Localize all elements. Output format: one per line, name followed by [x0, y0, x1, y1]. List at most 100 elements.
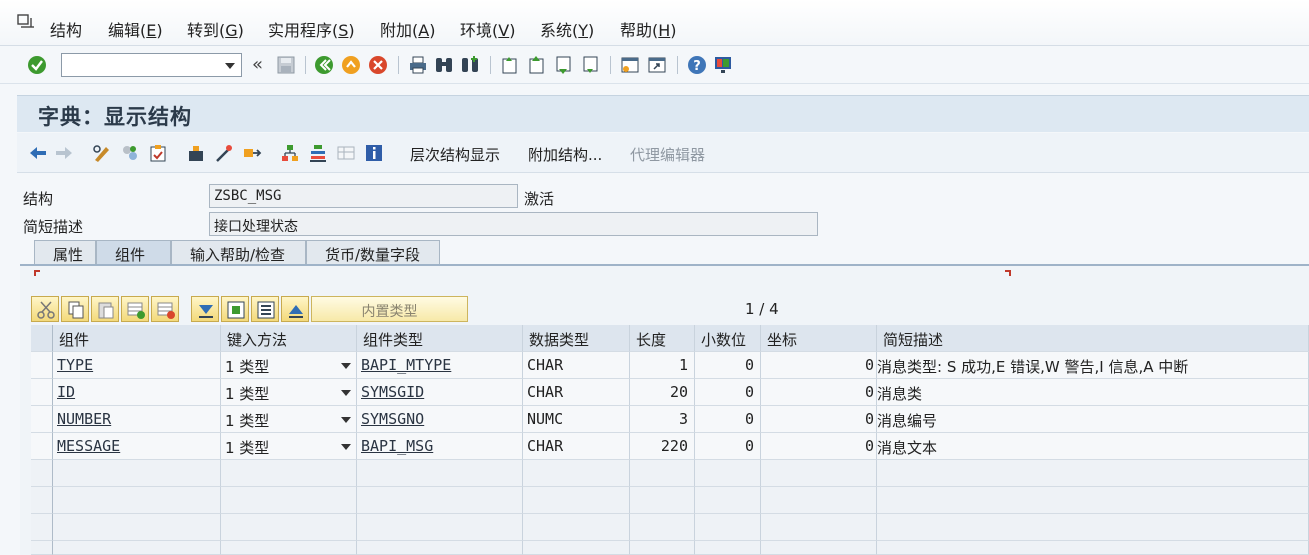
empty-cell[interactable]	[221, 514, 357, 541]
system-menu-icon[interactable]	[17, 14, 35, 30]
row-selector[interactable]	[31, 514, 53, 541]
chevron-down-icon[interactable]	[341, 363, 351, 369]
menu-structure[interactable]: 结构	[50, 17, 82, 41]
tab-currency-quantity-fields[interactable]: 货币/数量字段	[306, 240, 440, 264]
table-row[interactable]: MESSAGE 1 类型 BAPI_MSG CHAR 220 0 0 消息文本	[31, 433, 1309, 460]
method-dropdown[interactable]: 1 类型	[221, 406, 357, 433]
table-row[interactable]: ID 1 类型 SYMSGID CHAR 20 0 0 消息类	[31, 379, 1309, 406]
method-dropdown[interactable]: 1 类型	[221, 352, 357, 379]
select-block-button[interactable]	[221, 296, 249, 322]
empty-cell[interactable]	[357, 514, 523, 541]
empty-cell[interactable]	[221, 487, 357, 514]
back-icon[interactable]	[314, 55, 334, 75]
cancel-icon[interactable]	[368, 55, 388, 75]
proxy-editor-button[interactable]: 代理编辑器	[630, 144, 705, 165]
column-header-data-type[interactable]: 数据类型	[523, 325, 630, 352]
method-dropdown[interactable]: 1 类型	[221, 433, 357, 460]
empty-cell[interactable]	[761, 541, 877, 555]
collapse-chevron-icon[interactable]: «	[252, 54, 263, 75]
empty-cell[interactable]	[695, 460, 761, 487]
component-type-cell[interactable]: BAPI_MSG	[357, 433, 523, 460]
menu-environment[interactable]: 环境(V)	[460, 17, 515, 41]
empty-cell[interactable]	[357, 487, 523, 514]
help-icon[interactable]: ?	[687, 55, 707, 75]
empty-cell[interactable]	[523, 514, 630, 541]
tab-components[interactable]: 组件	[96, 240, 171, 264]
empty-cell[interactable]	[695, 487, 761, 514]
empty-cell[interactable]	[523, 541, 630, 555]
chevron-down-icon[interactable]	[341, 444, 351, 450]
empty-cell[interactable]	[53, 460, 221, 487]
tab-input-help-check[interactable]: 输入帮助/检查	[171, 240, 306, 264]
empty-cell[interactable]	[630, 541, 695, 555]
tab-attributes[interactable]: 属性	[34, 240, 96, 264]
shortcut-icon[interactable]	[647, 55, 667, 75]
column-header-method[interactable]: 键入方法	[221, 325, 357, 352]
chevron-down-icon[interactable]	[341, 417, 351, 423]
empty-cell[interactable]	[630, 460, 695, 487]
row-selector[interactable]	[31, 379, 53, 406]
row-selector[interactable]	[31, 487, 53, 514]
component-type-cell[interactable]: BAPI_MTYPE	[357, 352, 523, 379]
copy-row-button[interactable]	[61, 296, 89, 322]
empty-cell[interactable]	[877, 487, 1309, 514]
customize-layout-icon[interactable]	[713, 55, 733, 75]
row-selector[interactable]	[31, 460, 53, 487]
component-cell[interactable]: TYPE	[53, 352, 221, 379]
exit-icon[interactable]	[341, 55, 361, 75]
menu-goto[interactable]: 转到(G)	[187, 17, 244, 41]
chevron-down-icon[interactable]	[225, 63, 235, 69]
empty-cell[interactable]	[221, 541, 357, 555]
empty-cell[interactable]	[695, 541, 761, 555]
insert-row-button[interactable]	[121, 296, 149, 322]
column-header-decimals[interactable]: 小数位	[695, 325, 761, 352]
previous-page-icon[interactable]	[527, 55, 547, 75]
delete-row-button[interactable]	[151, 296, 179, 322]
short-description-field[interactable]: 接口处理状态	[209, 212, 818, 236]
empty-row[interactable]	[31, 541, 1309, 555]
paste-row-button[interactable]	[91, 296, 119, 322]
chevron-down-icon[interactable]	[341, 390, 351, 396]
append-structure-button[interactable]: 附加结构...	[528, 144, 602, 165]
row-selector[interactable]	[31, 352, 53, 379]
column-header-coordinate[interactable]: 坐标	[761, 325, 877, 352]
empty-cell[interactable]	[877, 460, 1309, 487]
last-page-icon[interactable]	[581, 55, 601, 75]
empty-cell[interactable]	[761, 514, 877, 541]
column-header-length[interactable]: 长度	[630, 325, 695, 352]
menu-edit[interactable]: 编辑(E)	[108, 17, 163, 41]
row-selector[interactable]	[31, 541, 53, 555]
hierarchy-icon[interactable]	[280, 143, 300, 163]
where-used-icon[interactable]	[242, 143, 262, 163]
component-cell[interactable]: NUMBER	[53, 406, 221, 433]
empty-cell[interactable]	[53, 514, 221, 541]
print-icon[interactable]	[408, 55, 428, 75]
empty-cell[interactable]	[877, 514, 1309, 541]
structure-name-field[interactable]: ZSBC_MSG	[209, 184, 518, 208]
empty-cell[interactable]	[53, 487, 221, 514]
column-header-short-description[interactable]: 简短描述	[877, 325, 1309, 352]
next-page-icon[interactable]	[554, 55, 574, 75]
table-row[interactable]: TYPE 1 类型 BAPI_MTYPE CHAR 1 0 0 消息类型: S …	[31, 352, 1309, 379]
method-dropdown[interactable]: 1 类型	[221, 379, 357, 406]
command-field[interactable]	[61, 53, 242, 77]
column-header-component-type[interactable]: 组件类型	[357, 325, 523, 352]
empty-cell[interactable]	[630, 487, 695, 514]
component-type-cell[interactable]: SYMSGID	[357, 379, 523, 406]
empty-cell[interactable]	[523, 487, 630, 514]
empty-cell[interactable]	[357, 460, 523, 487]
column-header-component[interactable]: 组件	[53, 325, 221, 352]
empty-cell[interactable]	[357, 541, 523, 555]
cut-row-button[interactable]	[31, 296, 59, 322]
first-page-icon[interactable]	[500, 55, 520, 75]
empty-cell[interactable]	[761, 460, 877, 487]
table-row[interactable]: NUMBER 1 类型 SYMSGNO NUMC 3 0 0 消息编号	[31, 406, 1309, 433]
empty-cell[interactable]	[761, 487, 877, 514]
component-type-cell[interactable]: SYMSGNO	[357, 406, 523, 433]
menu-utilities[interactable]: 实用程序(S)	[268, 17, 355, 41]
row-selector[interactable]	[31, 406, 53, 433]
select-all-button[interactable]	[251, 296, 279, 322]
check-object-icon[interactable]	[148, 143, 168, 163]
menu-help[interactable]: 帮助(H)	[620, 17, 677, 41]
builtin-type-button[interactable]: 内置类型	[311, 296, 468, 322]
